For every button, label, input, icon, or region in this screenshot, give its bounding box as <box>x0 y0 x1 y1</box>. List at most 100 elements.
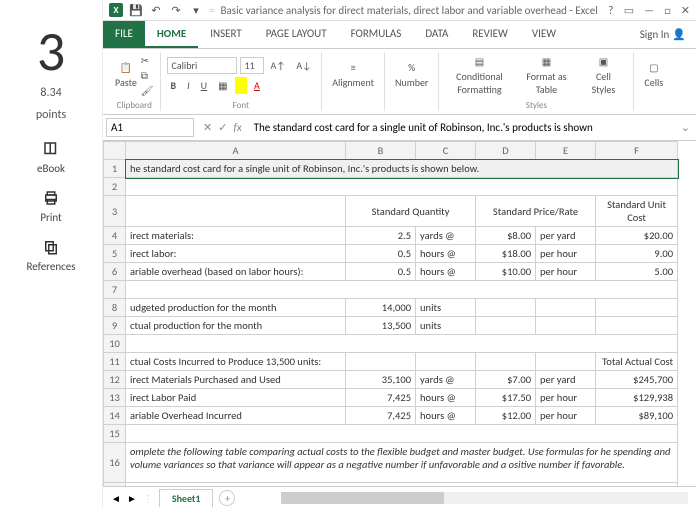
row-header[interactable]: 8 <box>104 299 126 317</box>
row-header[interactable]: 12 <box>104 371 126 389</box>
cell[interactable]: per hour <box>536 245 596 263</box>
tab-formulas[interactable]: FORMULAS <box>339 21 414 48</box>
tab-review[interactable]: REVIEW <box>460 21 520 48</box>
cell[interactable]: $129,938 <box>596 389 678 407</box>
copy-small-icon[interactable]: ⧉ <box>141 69 154 82</box>
cell[interactable]: 0.5 <box>346 263 416 281</box>
cell[interactable]: per hour <box>536 389 596 407</box>
cell[interactable] <box>536 317 596 335</box>
cell[interactable]: Standard Quantity <box>346 196 476 227</box>
redo-icon[interactable]: ↷ <box>169 3 183 17</box>
cell-styles-button[interactable]: ▣Cell Styles <box>579 53 627 98</box>
cell[interactable]: irect Labor Paid <box>126 389 346 407</box>
row-header[interactable]: 13 <box>104 389 126 407</box>
fx-icon[interactable]: fx <box>233 121 241 134</box>
cell[interactable]: units <box>416 299 476 317</box>
row-header[interactable]: 2 <box>104 178 126 196</box>
cell[interactable] <box>346 353 416 371</box>
font-name-select[interactable]: Calibri <box>167 57 237 74</box>
sign-in-button[interactable]: Sign In 👤 <box>630 21 696 48</box>
enter-formula-icon[interactable]: ✓ <box>218 121 227 134</box>
col-header-E[interactable]: E <box>536 142 596 160</box>
row-header[interactable]: 6 <box>104 263 126 281</box>
cell[interactable]: hours @ <box>416 263 476 281</box>
expand-formula-icon[interactable]: ⌄ <box>675 121 696 134</box>
qat-more-icon[interactable]: ▾ <box>189 3 203 17</box>
cell[interactable]: per hour <box>536 407 596 425</box>
cell[interactable]: per hour <box>536 263 596 281</box>
cell[interactable]: Total Actual Cost <box>596 353 678 371</box>
cell[interactable] <box>416 353 476 371</box>
col-header-F[interactable]: F <box>596 142 678 160</box>
cell[interactable] <box>536 353 596 371</box>
cell[interactable]: $89,100 <box>596 407 678 425</box>
cell[interactable]: Standard Unit Cost <box>596 196 678 227</box>
add-sheet-button[interactable]: + <box>219 490 235 506</box>
cell[interactable] <box>476 317 536 335</box>
number-button[interactable]: %Number <box>391 59 432 91</box>
select-all-corner[interactable] <box>104 142 126 160</box>
cell[interactable] <box>126 196 346 227</box>
row-header[interactable]: 14 <box>104 407 126 425</box>
row-header[interactable]: 4 <box>104 227 126 245</box>
cell[interactable] <box>126 483 678 487</box>
cell[interactable]: Standard Price/Rate <box>476 196 596 227</box>
row-header[interactable]: 3 <box>104 196 126 227</box>
tab-file[interactable]: FILE <box>103 21 145 48</box>
cell[interactable]: he standard cost card for a single unit … <box>126 160 678 178</box>
row-header[interactable]: 15 <box>104 425 126 443</box>
maximize-icon[interactable]: □ <box>664 4 671 17</box>
font-color-button[interactable]: A <box>250 77 264 94</box>
cell[interactable]: 0.5 <box>346 245 416 263</box>
cell[interactable]: $17.50 <box>476 389 536 407</box>
formula-input[interactable] <box>248 118 675 137</box>
spreadsheet-grid[interactable]: A B C D E F 1he standard cost card for a… <box>103 141 696 486</box>
underline-button[interactable]: U <box>197 77 211 94</box>
tab-view[interactable]: VIEW <box>520 21 568 48</box>
cell[interactable]: $10.00 <box>476 263 536 281</box>
cell[interactable]: yards @ <box>416 371 476 389</box>
cell[interactable] <box>596 317 678 335</box>
ribbon-toggle-icon[interactable]: ▭ <box>624 4 634 17</box>
cell[interactable]: units <box>416 317 476 335</box>
cell[interactable]: $20.00 <box>596 227 678 245</box>
cell[interactable]: 9.00 <box>596 245 678 263</box>
cell[interactable]: 14,000 <box>346 299 416 317</box>
save-icon[interactable]: 💾 <box>129 3 143 17</box>
references-button[interactable]: References <box>0 238 102 273</box>
grow-font-icon[interactable]: A↑ <box>267 57 290 74</box>
cell[interactable] <box>126 178 678 196</box>
cell[interactable]: irect Materials Purchased and Used <box>126 371 346 389</box>
cells-button[interactable]: ▢Cells <box>640 59 667 91</box>
row-header[interactable]: 1 <box>104 160 126 178</box>
cell[interactable]: 7,425 <box>346 389 416 407</box>
cell[interactable]: 7,425 <box>346 407 416 425</box>
col-header-A[interactable]: A <box>126 142 346 160</box>
cell[interactable] <box>536 299 596 317</box>
close-icon[interactable]: ✕ <box>681 4 690 17</box>
cell[interactable]: ctual production for the month <box>126 317 346 335</box>
border-button[interactable]: ▦ <box>214 77 231 94</box>
row-header[interactable]: 11 <box>104 353 126 371</box>
row-header[interactable]: 16 <box>104 443 126 483</box>
tab-data[interactable]: DATA <box>413 21 460 48</box>
cond-format-button[interactable]: ▤Conditional Formatting <box>445 53 513 98</box>
col-header-B[interactable]: B <box>346 142 416 160</box>
alignment-button[interactable]: ≡Alignment <box>328 59 378 91</box>
cell[interactable] <box>476 353 536 371</box>
sheet-prev-icon[interactable]: ◄ <box>111 492 121 505</box>
col-header-C[interactable]: C <box>416 142 476 160</box>
cell[interactable]: $12.00 <box>476 407 536 425</box>
row-header[interactable]: 9 <box>104 317 126 335</box>
cell[interactable]: ariable Overhead Incurred <box>126 407 346 425</box>
cell[interactable]: 35,100 <box>346 371 416 389</box>
row-header[interactable]: 5 <box>104 245 126 263</box>
row-header[interactable]: 17 <box>104 483 126 487</box>
cell[interactable]: omplete the following table comparing ac… <box>126 443 678 483</box>
cell[interactable]: 2.5 <box>346 227 416 245</box>
cell[interactable]: $8.00 <box>476 227 536 245</box>
italic-button[interactable]: I <box>183 77 194 94</box>
cell[interactable]: hours @ <box>416 407 476 425</box>
cell[interactable]: $245,700 <box>596 371 678 389</box>
cell[interactable]: $7.00 <box>476 371 536 389</box>
